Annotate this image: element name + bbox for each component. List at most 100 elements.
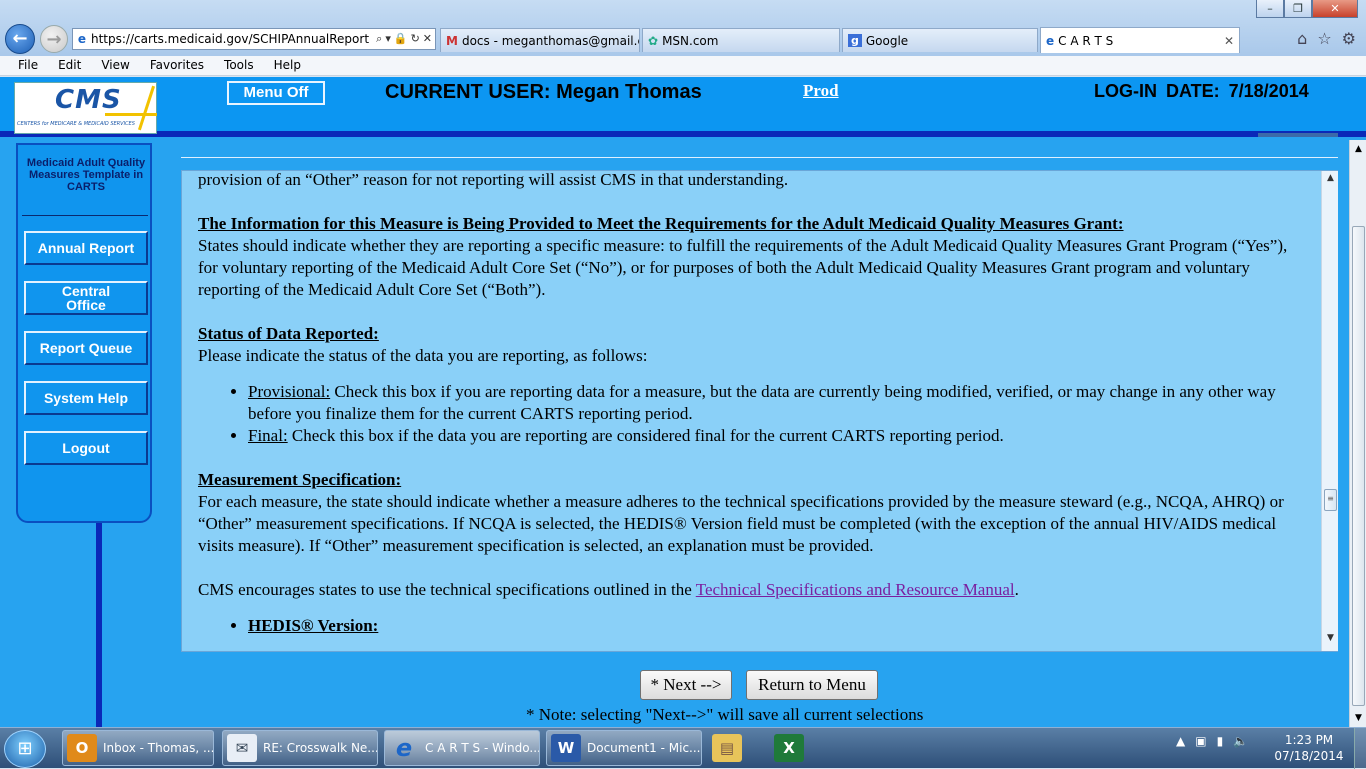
- status-list: Provisional: Check this box if you are r…: [232, 381, 1310, 447]
- tab-label: docs - meganthomas@gmail.c...: [461, 33, 640, 48]
- logo-swoosh: [105, 113, 157, 116]
- section-heading: Status of Data Reported:: [198, 324, 379, 343]
- logo-text: CMS: [55, 85, 122, 115]
- technical-specifications-link[interactable]: Technical Specifications and Resource Ma…: [696, 580, 1015, 599]
- menu-favorites[interactable]: Favorites: [140, 56, 214, 75]
- taskbar-item-carts[interactable]: e C A R T S - Windo...: [384, 730, 540, 766]
- tab-carts[interactable]: e C A R T S ✕: [1040, 27, 1240, 53]
- tab-gmail[interactable]: M docs - meganthomas@gmail.c...: [440, 28, 640, 52]
- sidebar-item-report-queue[interactable]: Report Queue: [24, 331, 148, 365]
- network-icon[interactable]: ▮: [1217, 734, 1224, 748]
- panel-scrollbar[interactable]: ▲ ≡ ▼: [1321, 171, 1338, 651]
- tab-label: MSN.com: [662, 33, 719, 48]
- menu-tools[interactable]: Tools: [214, 56, 264, 75]
- tab-google[interactable]: g Google: [842, 28, 1038, 52]
- next-button[interactable]: * Next -->: [640, 670, 732, 700]
- paragraph-text: CMS encourages states to use the technic…: [198, 580, 696, 599]
- menu-file[interactable]: File: [8, 56, 48, 75]
- outlook-icon: O: [67, 734, 97, 762]
- prod-link[interactable]: Prod: [803, 81, 839, 101]
- clock[interactable]: 1:23 PM 07/18/2014: [1270, 732, 1348, 764]
- word-icon: W: [551, 734, 581, 762]
- paragraph: provision of an “Other” reason for not r…: [198, 170, 789, 189]
- paragraph: Please indicate the status of the data y…: [198, 346, 648, 365]
- stop-icon[interactable]: ✕: [423, 32, 432, 46]
- bullet-label: Provisional:: [248, 382, 331, 401]
- hedis-list: HEDIS® Version:: [232, 615, 1310, 637]
- system-tray: ▲ ▣ ▮ 🔈: [1176, 734, 1248, 748]
- paragraph: CMS encourages states to use the technic…: [198, 579, 1310, 601]
- sidebar-item-system-help[interactable]: System Help: [24, 381, 148, 415]
- sidebar-item-annual-report[interactable]: Annual Report: [24, 231, 148, 265]
- forward-button[interactable]: →: [40, 25, 68, 53]
- cms-logo: CMS CENTERS for MEDICARE & MEDICAID SERV…: [14, 82, 157, 134]
- taskbar: ⊞ O Inbox - Thomas, ... ✉ RE: Crosswalk …: [0, 727, 1366, 769]
- taskbar-item-excel[interactable]: X: [770, 730, 824, 766]
- show-desktop-button[interactable]: [1354, 728, 1366, 769]
- lock-icon[interactable]: 🔒: [394, 32, 408, 46]
- address-bar[interactable]: e https://carts.medicaid.gov/SCHIPAnnual…: [72, 28, 436, 50]
- bullet-label: Final:: [248, 426, 288, 445]
- scroll-thumb[interactable]: ≡: [1324, 489, 1337, 511]
- sidebar-item-central-office[interactable]: Central Office: [24, 281, 148, 315]
- scroll-down-icon[interactable]: ▼: [1350, 713, 1366, 723]
- chevron-down-icon[interactable]: ▾: [385, 32, 391, 46]
- list-item: Final: Check this box if the data you ar…: [248, 425, 1310, 447]
- favorites-star-icon[interactable]: ☆: [1317, 29, 1331, 48]
- sidebar-divider: [22, 215, 148, 216]
- back-button[interactable]: ←: [5, 24, 35, 54]
- device-icon[interactable]: ▣: [1195, 734, 1206, 748]
- menu-edit[interactable]: Edit: [48, 56, 91, 75]
- logo-subtext: CENTERS for MEDICARE & MEDICAID SERVICES: [17, 121, 135, 127]
- scroll-thumb[interactable]: [1352, 226, 1365, 706]
- close-window-button[interactable]: ✕: [1312, 0, 1358, 18]
- minimize-button[interactable]: –: [1256, 0, 1284, 18]
- menu-help[interactable]: Help: [264, 56, 311, 75]
- menu-off-button[interactable]: Menu Off: [227, 81, 325, 105]
- scroll-up-icon[interactable]: ▲: [1350, 144, 1366, 154]
- ie-icon: e: [395, 734, 413, 762]
- google-icon: g: [848, 34, 862, 47]
- email-icon: ✉: [227, 734, 257, 762]
- tab-label: C A R T S: [1058, 33, 1114, 48]
- tab-msn[interactable]: ✿ MSN.com: [642, 28, 840, 52]
- window-scrollbar[interactable]: ▲ ▼: [1349, 140, 1366, 727]
- show-hidden-icons-icon[interactable]: ▲: [1176, 734, 1185, 748]
- section-heading: Measurement Specification:: [198, 470, 402, 489]
- ie-icon: e: [77, 32, 87, 46]
- refresh-icon[interactable]: ↻: [411, 32, 420, 46]
- clock-date: 07/18/2014: [1274, 749, 1344, 763]
- taskbar-item-outlook[interactable]: O Inbox - Thomas, ...: [62, 730, 214, 766]
- gear-icon[interactable]: ⚙: [1342, 29, 1356, 48]
- maximize-button[interactable]: ❐: [1284, 0, 1312, 18]
- address-url[interactable]: https://carts.medicaid.gov/SCHIPAnnualRe…: [91, 32, 373, 46]
- volume-icon[interactable]: 🔈: [1233, 734, 1248, 748]
- paragraph: For each measure, the state should indic…: [198, 492, 1284, 555]
- sidebar-item-logout[interactable]: Logout: [24, 431, 148, 465]
- scroll-down-icon[interactable]: ▼: [1322, 633, 1339, 649]
- content-top-divider: [181, 157, 1338, 158]
- start-button[interactable]: ⊞: [4, 730, 46, 768]
- scroll-up-icon[interactable]: ▲: [1322, 173, 1339, 189]
- page-header: CMS CENTERS for MEDICARE & MEDICAID SERV…: [0, 77, 1366, 137]
- current-user: CURRENT USER: Megan Thomas: [385, 81, 702, 103]
- taskbar-item-word[interactable]: W Document1 - Mic...: [546, 730, 702, 766]
- paragraph: States should indicate whether they are …: [198, 236, 1288, 299]
- left-column-fill: [22, 523, 96, 727]
- return-to-menu-button[interactable]: Return to Menu: [746, 670, 878, 700]
- sidebar-title: Medicaid Adult Quality Measures Template…: [26, 157, 146, 193]
- tab-label: Google: [865, 33, 909, 48]
- instructions-panel: provision of an “Other” reason for not r…: [181, 170, 1338, 652]
- bullet-label: HEDIS® Version:: [248, 616, 379, 635]
- taskbar-item-email[interactable]: ✉ RE: Crosswalk Ne...: [222, 730, 378, 766]
- login-date: LOG-IN DATE: 7/18/2014: [1094, 81, 1309, 101]
- search-icon[interactable]: ⌕: [376, 32, 382, 46]
- home-icon[interactable]: ⌂: [1297, 29, 1307, 48]
- clock-time: 1:23 PM: [1284, 733, 1334, 747]
- excel-icon: X: [774, 734, 804, 762]
- menu-view[interactable]: View: [91, 56, 139, 75]
- taskbar-item-explorer[interactable]: ▤: [708, 730, 762, 766]
- instructions-text: provision of an “Other” reason for not r…: [198, 169, 1310, 659]
- bullet-text: Check this box if the data you are repor…: [287, 426, 1004, 445]
- close-tab-icon[interactable]: ✕: [1224, 34, 1234, 48]
